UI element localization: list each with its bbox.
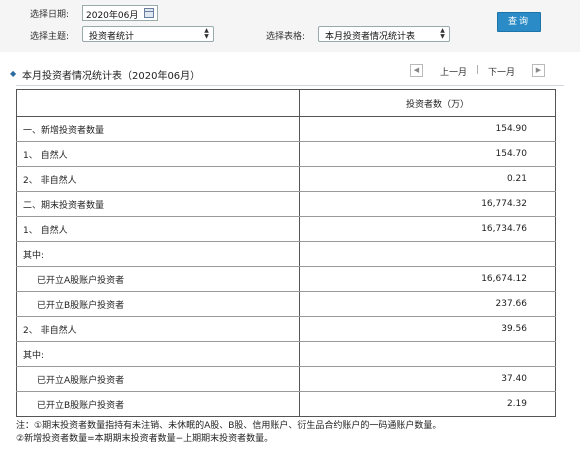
topic-select[interactable]: 投资者统计 ▲ ▼	[82, 26, 214, 42]
row-name: 2、 非自然人	[16, 316, 301, 342]
month-pager: ◀ 上一月 | 下一月 ▶	[410, 64, 550, 80]
row-value: 16,734.76	[299, 216, 556, 242]
row-name: 1、 自然人	[16, 216, 301, 242]
select-arrows-icon: ▲ ▼	[440, 27, 445, 40]
date-value: 2020年06月	[86, 11, 139, 21]
table-select[interactable]: 本月投资者情况统计表 ▲ ▼	[318, 26, 450, 42]
note-line-1: 注：①期末投资者数量指持有未注销、未休眠的A股、B股、信用账户、衍生品合约账户的…	[16, 421, 442, 431]
table-row: 二、期末投资者数量 16,774.32	[16, 191, 556, 217]
row-value: 237.66	[299, 291, 556, 317]
filter-bar: 选择日期: 2020年06月 选择主题: 投资者统计 ▲ ▼ 选择表格: 本月投资…	[0, 0, 580, 52]
table-row: 其中:	[16, 341, 556, 367]
row-value: 154.70	[299, 141, 556, 167]
table-notes: 注：①期末投资者数量指持有未注销、未休眠的A股、B股、信用账户、衍生品合约账户的…	[16, 420, 556, 446]
investor-stats-table: 投资者数（万） 一、新增投资者数量 154.90 1、 自然人 154.70 2、 …	[16, 89, 556, 417]
row-name: 已开立A股账户投资者	[16, 266, 301, 292]
next-month-link[interactable]: 下一月	[488, 65, 515, 78]
table-header-row: 投资者数（万）	[16, 89, 556, 117]
row-name: 二、期末投资者数量	[16, 191, 301, 217]
date-label: 选择日期:	[30, 10, 70, 20]
table-row: 1、 自然人 154.70	[16, 141, 556, 167]
date-picker-input[interactable]: 2020年06月	[82, 5, 158, 21]
row-value	[299, 341, 556, 367]
row-value: 16,674.12	[299, 266, 556, 292]
table-row: 一、新增投资者数量 154.90	[16, 116, 556, 142]
table-row: 已开立A股账户投资者 16,674.12	[16, 266, 556, 292]
header-name-cell	[16, 89, 301, 117]
row-name: 其中:	[16, 341, 301, 367]
row-value: 0.21	[299, 166, 556, 192]
select-arrows-icon: ▲ ▼	[204, 27, 209, 40]
row-value: 37.40	[299, 366, 556, 392]
table-label: 选择表格:	[266, 32, 306, 42]
row-name: 1、 自然人	[16, 141, 301, 167]
row-name: 已开立A股账户投资者	[16, 366, 301, 392]
row-value: 39.56	[299, 316, 556, 342]
table-row: 已开立B股账户投资者 2.19	[16, 391, 556, 417]
topic-label: 选择主题:	[30, 32, 70, 42]
row-value: 2.19	[506, 399, 527, 409]
row-name: 已开立B股账户投资者	[16, 391, 301, 417]
header-value-cell: 投资者数（万）	[299, 89, 556, 117]
row-value: 16,774.32	[299, 191, 556, 217]
bullet-icon: ◆	[10, 69, 17, 78]
table-row: 已开立A股账户投资者 37.40	[16, 366, 556, 392]
table-value: 本月投资者情况统计表	[325, 32, 416, 42]
note-line-2: ②新增投资者数量=本期期末投资者数量−上期期末投资者数量。	[16, 434, 274, 444]
prev-month-link[interactable]: 上一月	[440, 65, 467, 78]
next-arrow-icon[interactable]: ▶	[532, 64, 545, 77]
query-button[interactable]: 查询	[497, 12, 541, 32]
table-row: 其中:	[16, 241, 556, 267]
table-row: 已开立B股账户投资者 237.66	[16, 291, 556, 317]
table-row: 2、 非自然人 0.21	[16, 166, 556, 192]
row-name: 其中:	[16, 241, 301, 267]
table-row: 1、 自然人 16,734.76	[16, 216, 556, 242]
row-name: 2、 非自然人	[16, 166, 301, 192]
calendar-icon[interactable]	[144, 8, 154, 18]
topic-value: 投资者统计	[89, 32, 135, 42]
prev-arrow-icon[interactable]: ◀	[410, 64, 423, 77]
row-value	[299, 241, 556, 267]
row-name: 已开立B股账户投资者	[16, 291, 301, 317]
table-row: 2、 非自然人 39.56	[16, 316, 556, 342]
row-name: 一、新增投资者数量	[16, 116, 301, 142]
section-divider	[16, 85, 564, 86]
row-value: 154.90	[299, 116, 556, 142]
pager-separator: |	[476, 65, 480, 75]
section-title: 本月投资者情况统计表（2020年06月）	[22, 71, 201, 82]
